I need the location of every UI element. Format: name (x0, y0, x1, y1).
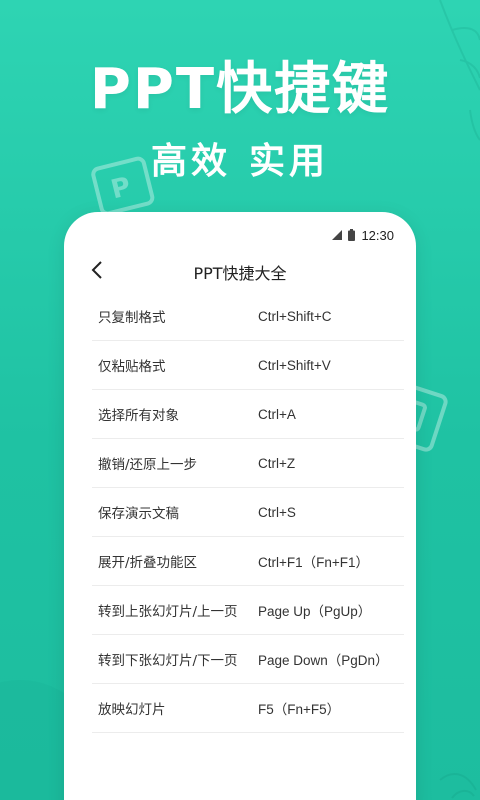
shortcut-action: 转到下张幻灯片/下一页 (98, 653, 238, 669)
list-item[interactable]: 仅粘贴格式 Ctrl+Shift+V (92, 341, 404, 390)
shortcut-action: 只复制格式 (98, 310, 166, 326)
battery-icon (348, 229, 356, 241)
shortcut-keys: Ctrl+Z (258, 455, 296, 471)
shortcut-keys: Ctrl+S (258, 504, 296, 520)
list-item[interactable]: 撤销/还原上一步 Ctrl+Z (92, 439, 404, 488)
shortcut-action: 展开/折叠功能区 (98, 555, 198, 571)
list-item[interactable]: 转到下张幻灯片/下一页 Page Down（PgDn） (92, 635, 404, 684)
list-item[interactable]: 放映幻灯片 F5（Fn+F5） (92, 684, 404, 733)
status-bar: 12:30 (332, 226, 394, 244)
shortcut-keys: Page Down（PgDn） (258, 653, 389, 668)
leaf-decoration (439, 773, 477, 799)
nav-title: PPT快捷大全 (193, 264, 287, 283)
shortcut-action: 仅粘贴格式 (98, 359, 166, 375)
subtitle-right: 实用 (249, 141, 330, 182)
shortcut-action: 转到上张幻灯片/上一页 (98, 604, 238, 620)
shortcut-action: 放映幻灯片 (98, 702, 166, 718)
phone-screen: 12:30 PPT快捷大全 只复制格式 Ctrl+Shift+C 仅粘贴格式 C… (64, 212, 416, 800)
banner-subtitle: 高效 实用 (0, 132, 480, 184)
shortcut-keys: Ctrl+Shift+V (258, 357, 331, 373)
shortcut-keys: F5（Fn+F5） (258, 702, 341, 717)
shortcut-action: 保存演示文稿 (98, 506, 179, 522)
shortcut-keys: Ctrl+F1（Fn+F1） (258, 555, 370, 570)
list-item[interactable]: 选择所有对象 Ctrl+A (92, 390, 404, 439)
list-item[interactable]: 转到上张幻灯片/上一页 Page Up（PgUp） (92, 586, 404, 635)
status-time: 12:30 (361, 227, 394, 243)
shortcut-keys: Page Up（PgUp） (258, 604, 372, 619)
shortcut-list: 只复制格式 Ctrl+Shift+C 仅粘贴格式 Ctrl+Shift+V 选择… (92, 292, 404, 733)
signal-icon (332, 230, 343, 240)
shortcut-keys: Ctrl+A (258, 406, 296, 422)
list-item[interactable]: 只复制格式 Ctrl+Shift+C (92, 292, 404, 341)
banner-title: PPT快捷键 (89, 57, 391, 122)
list-item[interactable]: 保存演示文稿 Ctrl+S (92, 488, 404, 537)
subtitle-left: 高效 (150, 141, 231, 182)
shortcut-action: 撤销/还原上一步 (98, 457, 198, 473)
list-item[interactable]: 展开/折叠功能区 Ctrl+F1（Fn+F1） (92, 537, 404, 586)
nav-bar: PPT快捷大全 (64, 252, 416, 288)
shortcut-keys: Ctrl+Shift+C (258, 308, 332, 324)
shortcut-action: 选择所有对象 (98, 408, 179, 424)
